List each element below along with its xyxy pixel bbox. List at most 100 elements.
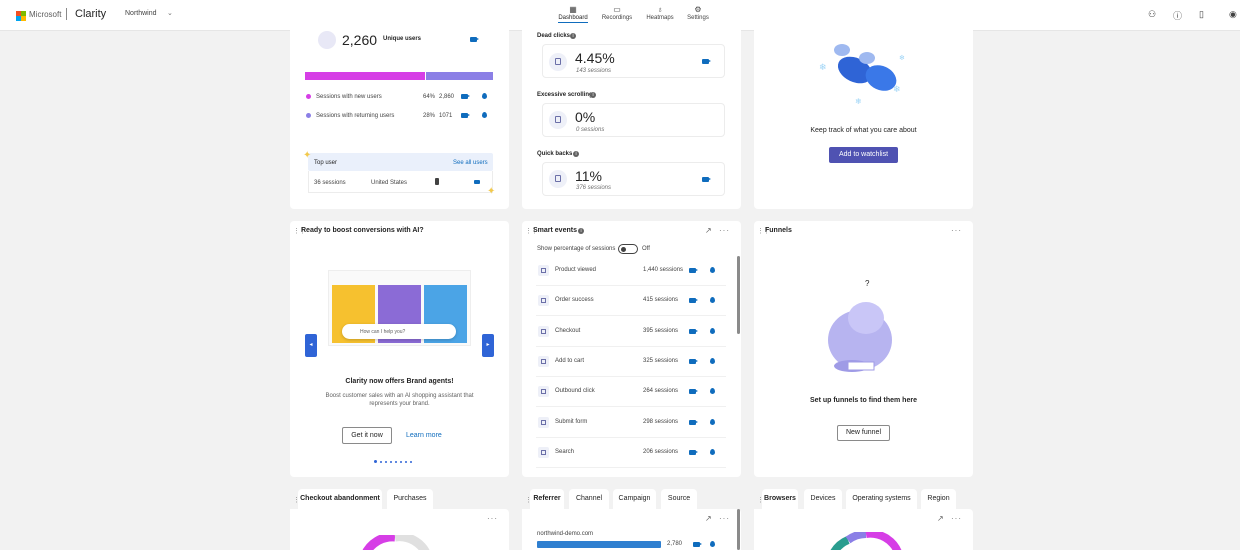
more-options-icon[interactable]: ··· xyxy=(719,514,730,523)
carousel-prev-button[interactable]: ◂ xyxy=(305,334,317,357)
nav-recordings[interactable]: ▭ Recordings xyxy=(600,4,634,21)
ai-body-line-2: represents your brand. xyxy=(369,401,430,407)
tab-checkout-abandonment[interactable]: Checkout abandonment xyxy=(298,489,382,509)
heatmap-icon[interactable] xyxy=(710,388,715,395)
nav-recordings-label: Recordings xyxy=(601,15,633,21)
tab-channel[interactable]: Channel xyxy=(569,489,609,509)
quick-backs-box[interactable] xyxy=(542,162,725,196)
account-icon[interactable]: ◉ xyxy=(1229,9,1237,20)
returning-users-pct: 28% xyxy=(423,113,436,119)
project-selector[interactable]: Northwind xyxy=(125,10,157,17)
help-icon[interactable]: ⓘ xyxy=(1173,9,1182,22)
info-icon[interactable]: i xyxy=(573,151,579,157)
more-options-icon[interactable]: ··· xyxy=(719,226,730,235)
carousel-indicators[interactable] xyxy=(374,458,412,465)
heatmap-icon[interactable] xyxy=(710,448,715,455)
chart-view-icon[interactable]: ↗ xyxy=(705,514,712,523)
mobile-device-icon xyxy=(435,178,439,185)
recording-camera-icon[interactable] xyxy=(689,449,698,455)
smart-event-row[interactable]: Search 206 sessions xyxy=(536,438,726,468)
tab-purchases[interactable]: Purchases xyxy=(387,489,433,509)
dead-clicks-box[interactable] xyxy=(542,44,725,78)
app-title[interactable]: Clarity xyxy=(75,8,106,20)
returning-users-count: 1071 xyxy=(439,113,453,119)
scrollbar[interactable] xyxy=(737,509,740,550)
recording-camera-icon[interactable] xyxy=(702,177,711,182)
excessive-scrolling-value: 0% xyxy=(575,109,596,125)
excessive-scrolling-box[interactable] xyxy=(542,103,725,137)
nav-dashboard[interactable]: ▦ Dashboard xyxy=(556,4,590,23)
tab-source[interactable]: Source xyxy=(661,489,697,509)
heatmap-icon[interactable] xyxy=(710,418,715,425)
heatmaps-icon: ♁ xyxy=(657,5,663,14)
recording-camera-icon[interactable] xyxy=(689,389,698,395)
more-options-icon[interactable]: ··· xyxy=(951,514,962,523)
dead-clicks-value: 4.45% xyxy=(575,50,615,66)
recording-icon[interactable] xyxy=(474,180,480,184)
chart-view-icon[interactable]: ↗ xyxy=(937,514,944,523)
ai-body-line-1: Boost customer sales with an AI shopping… xyxy=(325,393,474,399)
tab-operating-systems[interactable]: Operating systems xyxy=(846,489,917,509)
info-icon[interactable]: i xyxy=(570,33,576,39)
learn-more-link[interactable]: Learn more xyxy=(406,432,442,439)
smart-events-title: Smart events xyxy=(533,227,577,234)
document-icon[interactable]: ▯ xyxy=(1199,9,1204,20)
share-icon[interactable]: ⚇ xyxy=(1148,9,1156,20)
scrollbar[interactable] xyxy=(737,256,740,334)
recording-camera-icon[interactable] xyxy=(689,328,698,334)
recording-camera-icon[interactable] xyxy=(702,59,711,64)
heatmap-icon[interactable] xyxy=(710,327,715,334)
chevron-down-icon[interactable]: ⌄ xyxy=(167,9,173,17)
chat-placeholder: How can I help you? xyxy=(360,329,406,335)
new-funnel-button[interactable]: New funnel xyxy=(837,425,890,441)
recording-camera-icon[interactable] xyxy=(461,113,470,118)
heatmap-icon[interactable] xyxy=(710,267,715,273)
carousel-next-button[interactable]: ▸ xyxy=(482,334,494,357)
info-icon[interactable]: i xyxy=(590,92,596,98)
excessive-scrolling-sessions: 0 sessions xyxy=(576,127,605,133)
tab-devices[interactable]: Devices xyxy=(804,489,842,509)
recording-camera-icon[interactable] xyxy=(470,37,479,42)
smart-event-row[interactable]: Checkout 395 sessions xyxy=(536,317,726,347)
smart-event-row[interactable]: Add to cart 325 sessions xyxy=(536,347,726,377)
excessive-scrolling-title: Excessive scrolling xyxy=(537,92,593,98)
smart-event-row[interactable]: Product viewed 1,440 sessions xyxy=(536,256,726,286)
heatmap-icon[interactable] xyxy=(710,357,715,364)
referrer-bar[interactable] xyxy=(537,541,661,548)
heatmap-icon[interactable] xyxy=(710,541,715,547)
dashboard-icon: ▦ xyxy=(569,5,577,14)
heatmap-icon[interactable] xyxy=(482,112,487,118)
recording-camera-icon[interactable] xyxy=(693,542,702,547)
quick-backs-title: Quick backs xyxy=(537,151,573,157)
toggle-label: Show percentage of sessions xyxy=(537,246,616,252)
tab-browsers[interactable]: Browsers xyxy=(762,489,798,509)
chart-view-icon[interactable]: ↗ xyxy=(705,226,712,235)
see-all-users-link[interactable]: See all users xyxy=(453,160,488,166)
question-mark-icon: ? xyxy=(865,279,870,288)
event-sessions: 298 sessions xyxy=(643,418,679,425)
info-icon[interactable]: i xyxy=(578,228,584,234)
more-options-icon[interactable]: ··· xyxy=(951,226,962,235)
recording-camera-icon[interactable] xyxy=(689,268,698,273)
get-it-now-button[interactable]: Get it now xyxy=(342,427,392,444)
percentage-toggle[interactable] xyxy=(618,244,638,254)
event-name: Submit form xyxy=(555,418,588,425)
add-to-watchlist-button[interactable]: Add to watchlist xyxy=(829,147,898,163)
smart-event-row[interactable]: Outbound click 264 sessions xyxy=(536,377,726,408)
tab-campaign[interactable]: Campaign xyxy=(613,489,656,509)
dead-clicks-sessions: 143 sessions xyxy=(576,68,612,74)
dead-clicks-icon xyxy=(549,53,567,71)
recording-camera-icon[interactable] xyxy=(689,419,698,425)
nav-settings[interactable]: ⚙ Settings xyxy=(684,4,712,21)
heatmap-icon[interactable] xyxy=(710,297,715,304)
smart-event-row[interactable]: Submit form 298 sessions xyxy=(536,408,726,438)
recording-camera-icon[interactable] xyxy=(689,358,698,364)
recording-camera-icon[interactable] xyxy=(689,298,698,304)
tab-referrer[interactable]: Referrer xyxy=(530,489,564,509)
smart-event-row[interactable]: Order success 415 sessions xyxy=(536,286,726,317)
heatmap-icon[interactable] xyxy=(482,93,487,99)
tab-region[interactable]: Region xyxy=(921,489,956,509)
recording-camera-icon[interactable] xyxy=(461,94,470,99)
nav-heatmaps[interactable]: ♁ Heatmaps xyxy=(644,4,676,21)
more-options-icon[interactable]: ··· xyxy=(487,514,498,523)
